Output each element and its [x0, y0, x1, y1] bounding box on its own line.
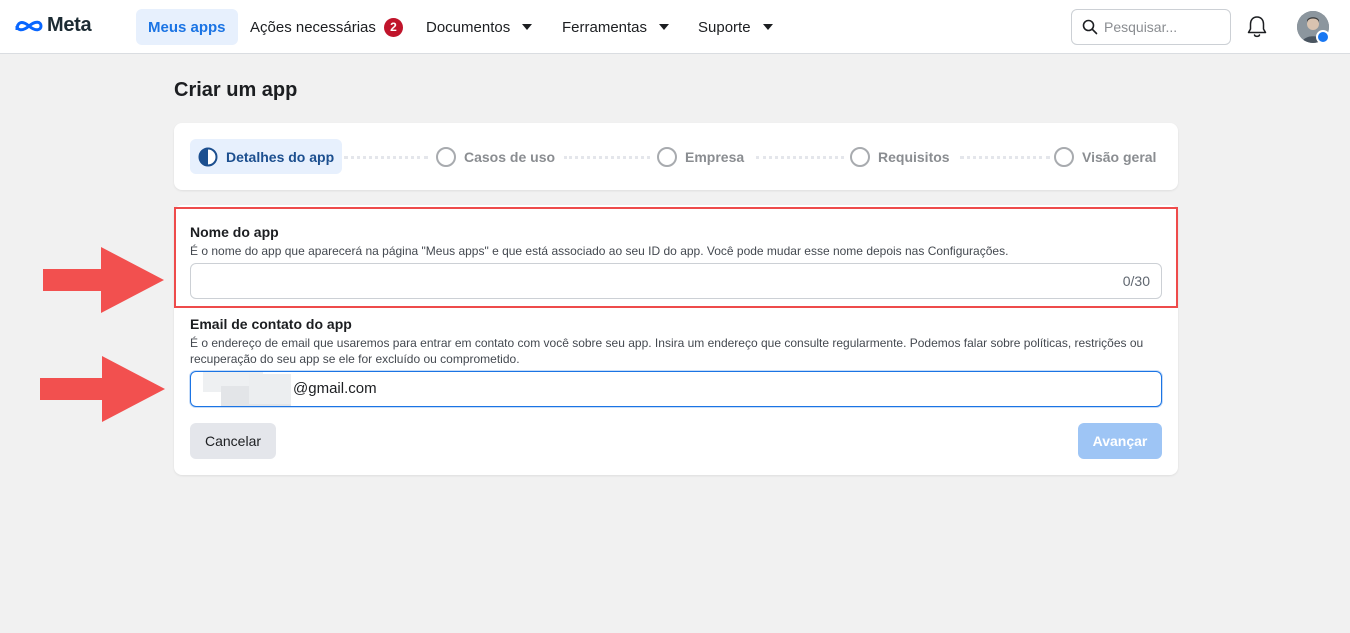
search-input[interactable]	[1104, 19, 1224, 35]
contact-email-label: Email de contato do app	[190, 316, 352, 332]
search-box[interactable]	[1071, 9, 1231, 45]
step-use-cases: Casos de uso	[436, 139, 555, 174]
app-name-label: Nome do app	[190, 224, 279, 240]
step-label: Empresa	[685, 148, 745, 165]
top-navigation: Meta Meus apps Ações necessárias 2 Docum…	[0, 0, 1350, 54]
contact-email-help: É o endereço de email que usaremos para …	[190, 336, 1144, 366]
meta-infinity-icon	[15, 20, 43, 31]
nav-documents[interactable]: Documentos	[414, 9, 544, 45]
nav-tools[interactable]: Ferramentas	[550, 9, 681, 45]
nav-support[interactable]: Suporte	[686, 9, 785, 45]
nav-support-label: Suporte	[698, 18, 751, 36]
caret-down-icon	[762, 24, 773, 30]
half-circle-progress-icon	[198, 147, 218, 166]
next-button[interactable]: Avançar	[1078, 423, 1162, 459]
nav-my-apps-label: Meus apps	[148, 18, 226, 36]
empty-circle-icon	[1054, 146, 1074, 167]
progress-stepper: Detalhes do app Casos de uso Empresa Req…	[174, 123, 1178, 190]
contact-email-input[interactable]: @gmail.com	[190, 371, 1162, 407]
step-overview: Visão geral	[1054, 139, 1156, 174]
brand-name: Meta	[47, 14, 92, 36]
caret-down-icon	[522, 24, 533, 30]
caret-down-icon	[659, 24, 670, 30]
step-label: Requisitos	[878, 148, 950, 165]
step-connector	[756, 156, 844, 159]
app-name-help: É o nome do app que aparecerá na página …	[190, 244, 1009, 258]
step-connector	[960, 156, 1050, 159]
step-connector	[564, 156, 650, 159]
step-label: Visão geral	[1082, 148, 1157, 165]
nav-required-actions-label: Ações necessárias	[250, 18, 376, 36]
step-business: Empresa	[657, 139, 744, 174]
nav-my-apps[interactable]: Meus apps	[136, 9, 238, 45]
notification-badge: 2	[383, 17, 403, 37]
search-icon	[1082, 19, 1098, 35]
annotation-arrow-icon	[43, 247, 164, 313]
step-requirements: Requisitos	[850, 139, 950, 174]
bell-icon[interactable]	[1246, 15, 1268, 39]
step-label: Detalhes do app	[226, 148, 335, 165]
empty-circle-icon	[657, 146, 677, 167]
character-counter: 0/30	[1122, 273, 1150, 289]
meta-logo[interactable]: Meta	[14, 14, 92, 37]
facebook-badge-icon	[1316, 30, 1330, 44]
empty-circle-icon	[436, 146, 456, 167]
step-label: Casos de uso	[464, 148, 556, 165]
nav-required-actions[interactable]: Ações necessárias 2	[238, 9, 415, 45]
email-value-suffix: @gmail.com	[293, 380, 377, 397]
nav-documents-label: Documentos	[426, 18, 511, 36]
page-title: Criar um app	[174, 79, 298, 101]
app-name-input[interactable]: 0/30	[190, 263, 1162, 299]
step-app-details[interactable]: Detalhes do app	[190, 139, 343, 174]
step-connector	[344, 156, 428, 159]
nav-tools-label: Ferramentas	[562, 18, 648, 36]
cancel-button[interactable]: Cancelar	[190, 423, 276, 459]
redacted-text	[249, 374, 291, 404]
empty-circle-icon	[850, 146, 870, 167]
annotation-arrow-icon	[40, 356, 165, 422]
